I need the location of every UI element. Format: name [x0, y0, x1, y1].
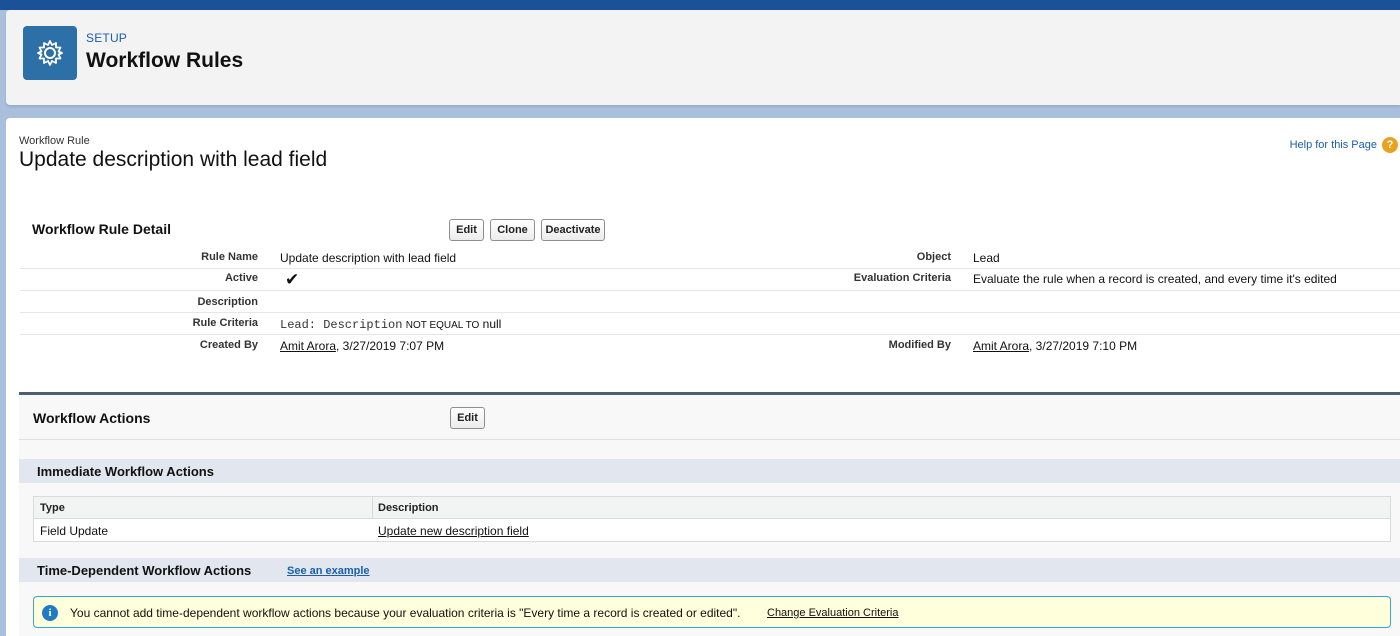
help-icon[interactable]: ?	[1382, 137, 1398, 153]
workflow-actions-header: Workflow Actions Edit	[19, 395, 1400, 440]
time-dependent-actions-header: Time-Dependent Workflow Actions See an e…	[19, 558, 1400, 582]
deactivate-button[interactable]: Deactivate	[541, 219, 605, 241]
setup-header: SETUP Workflow Rules	[6, 10, 1400, 105]
edit-button[interactable]: Edit	[449, 219, 484, 241]
rule-criteria-field: Lead: Description	[280, 318, 403, 332]
info-message: i You cannot add time-dependent workflow…	[33, 596, 1391, 628]
actions-edit-button[interactable]: Edit	[450, 407, 485, 429]
page-title: Workflow Rules	[86, 49, 244, 72]
active-checkmark: ✔	[285, 270, 300, 289]
rule-name-label: Rule Name	[201, 251, 258, 263]
workflow-actions-section: Workflow Actions Edit Immediate Workflow…	[19, 392, 1400, 636]
see-example-link[interactable]: See an example	[287, 565, 370, 577]
object-value: Lead	[973, 251, 1000, 265]
clone-button[interactable]: Clone	[490, 219, 535, 241]
table-header-row: Type Description	[34, 497, 1390, 519]
detail-row-created-by: Created By Amit Arora, 3/27/2019 7:07 PM…	[20, 335, 1400, 357]
detail-row-rule-criteria: Rule Criteria Lead: Description NOT EQUA…	[20, 313, 1400, 335]
modified-by-value: Amit Arora, 3/27/2019 7:10 PM	[973, 339, 1137, 353]
description-label: Description	[197, 296, 258, 308]
table-row-type: Field Update	[40, 524, 109, 538]
column-divider	[372, 497, 373, 519]
column-header-description: Description	[378, 502, 439, 514]
detail-row-active: Active ✔ Evaluation Criteria Evaluate th…	[20, 269, 1400, 291]
active-label: Active	[224, 272, 258, 284]
record-type-label: Workflow Rule	[19, 135, 90, 147]
modified-by-label: Modified By	[888, 339, 951, 351]
help-link[interactable]: Help for this Page	[1290, 139, 1377, 151]
immediate-actions-title: Immediate Workflow Actions	[37, 464, 214, 479]
rule-criteria-operator: NOT EQUAL TO	[405, 320, 480, 331]
immediate-actions-header: Immediate Workflow Actions	[19, 459, 1400, 483]
detail-section-title: Workflow Rule Detail	[32, 221, 171, 237]
created-by-user-link[interactable]: Amit Arora	[280, 339, 336, 353]
modified-by-date: , 3/27/2019 7:10 PM	[1029, 339, 1138, 353]
column-header-type: Type	[40, 502, 65, 514]
created-by-date: , 3/27/2019 7:07 PM	[336, 339, 445, 353]
info-icon: i	[42, 605, 58, 621]
object-label: Object	[916, 251, 951, 263]
record-title: Update description with lead field	[19, 148, 328, 171]
immediate-actions-table: Type Description Field Update Update new…	[33, 496, 1391, 542]
change-evaluation-criteria-link[interactable]: Change Evaluation Criteria	[767, 607, 898, 619]
workflow-actions-title: Workflow Actions	[33, 410, 151, 426]
rule-criteria-target: null	[482, 317, 502, 331]
top-bar	[0, 0, 1400, 10]
created-by-value: Amit Arora, 3/27/2019 7:07 PM	[280, 339, 444, 353]
detail-row-rule-name: Rule Name Update description with lead f…	[20, 247, 1400, 269]
rule-criteria-label: Rule Criteria	[192, 317, 258, 329]
gear-icon	[23, 26, 77, 80]
info-message-text: You cannot add time-dependent workflow a…	[70, 606, 741, 620]
table-row-description-link[interactable]: Update new description field	[378, 524, 529, 538]
rule-name-value: Update description with lead field	[280, 251, 457, 265]
evaluation-criteria-value: Evaluate the rule when a record is creat…	[973, 272, 1337, 286]
main-content: Workflow Rule Update description with le…	[6, 118, 1400, 636]
setup-breadcrumb[interactable]: SETUP	[86, 31, 127, 45]
modified-by-user-link[interactable]: Amit Arora	[973, 339, 1029, 353]
evaluation-criteria-label: Evaluation Criteria	[853, 272, 951, 284]
time-dependent-actions-title: Time-Dependent Workflow Actions	[37, 563, 252, 578]
detail-row-description: Description	[20, 291, 1400, 313]
created-by-label: Created By	[199, 339, 258, 351]
rule-criteria-value: Lead: Description NOT EQUAL TO null	[280, 317, 501, 332]
